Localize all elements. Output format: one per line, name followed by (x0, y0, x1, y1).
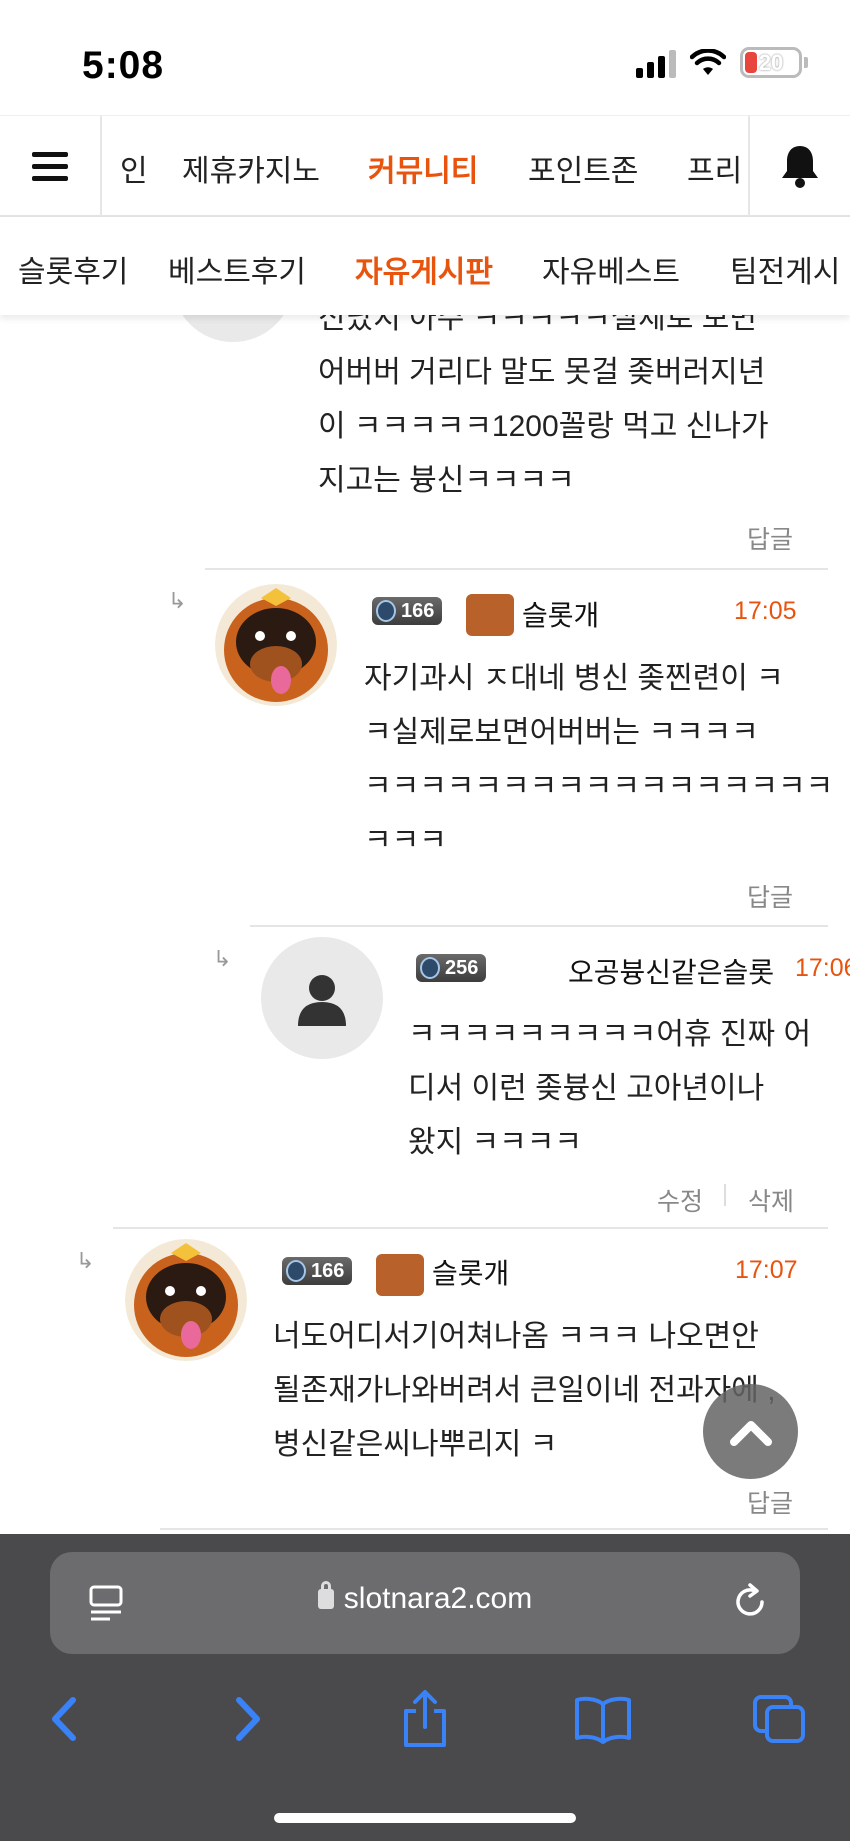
comment-body: 너도어디서기어쳐나옴 ㅋㅋㅋ 나오면안 될존재가나와버려서 큰일이네 전과자에 … (273, 1310, 776, 1472)
dog-avatar-icon (215, 584, 337, 706)
edit-button[interactable]: 수정 (657, 1182, 703, 1218)
avatar[interactable] (125, 1239, 247, 1361)
tabs-icon (753, 1695, 805, 1743)
mini-avatar-icon (376, 1254, 424, 1296)
sub-nav-free-board[interactable]: 자유게시판 (355, 247, 493, 291)
nickname[interactable]: 슬롯개 (432, 1252, 509, 1292)
comment-line: 어버버 거리다 말도 못걸 좆버러지년 (318, 356, 766, 389)
comment-line: ㅋㅋㅋ (364, 824, 447, 857)
bell-icon (782, 146, 818, 188)
comment-line: 자기과시 ㅈ대네 병신 좆찐련이 ㅋ (364, 662, 784, 695)
address-bar[interactable]: slotnara2.com (50, 1552, 800, 1654)
comment-line: ㅋㅋㅋㅋㅋㅋㅋㅋㅋㅋㅋㅋㅋㅋㅋㅋㅋ (364, 770, 834, 803)
avatar[interactable] (261, 937, 383, 1059)
back-button[interactable] (30, 1684, 100, 1754)
level-number: 256 (445, 956, 479, 979)
reload-icon[interactable] (730, 1582, 770, 1627)
comment-line: 디서 이런 좆븅신 고아년이나 (408, 1072, 765, 1105)
menu-bar (32, 163, 68, 169)
notification-bell-button[interactable] (748, 116, 850, 216)
comment-line: 병신같은씨나뿌리지 ㅋ (273, 1428, 558, 1461)
tabs-button[interactable] (744, 1684, 814, 1754)
lock-icon (317, 1581, 334, 1609)
chevron-right-icon (236, 1697, 260, 1741)
bookmarks-button[interactable] (568, 1684, 638, 1754)
toolbar-buttons (0, 1684, 850, 1774)
nav-item-community[interactable]: 커뮤니티 (368, 146, 478, 190)
level-number: 166 (401, 599, 435, 622)
nav-item-partner-casino[interactable]: 제휴카지노 (182, 146, 320, 190)
chevron-left-icon (52, 1697, 76, 1741)
comment-line: 이 ㅋㅋㅋㅋㅋ1200꼴랑 먹고 신나가 (318, 410, 769, 443)
reply-button[interactable]: 답글 (747, 520, 793, 556)
comment-line: 지고는 븅신ㅋㅋㅋㅋ (318, 464, 575, 497)
comment-line: ㅋㅋㅋㅋㅋㅋㅋㅋㅋ어휴 진짜 어 (408, 1018, 812, 1051)
chevron-up-icon (729, 1420, 772, 1446)
url-text: slotnara2.com (343, 1582, 533, 1615)
nav-item-partial[interactable]: 인 (120, 146, 148, 190)
nickname[interactable]: 슬롯개 (522, 594, 599, 634)
reply-arrow-icon: ↳ (168, 588, 187, 613)
comment-time: 17:06 (795, 954, 850, 982)
dog-avatar-icon (125, 1239, 247, 1361)
scroll-to-top-button[interactable] (703, 1384, 798, 1479)
home-indicator (274, 1813, 576, 1823)
reply-button[interactable]: 답글 (747, 1484, 793, 1520)
comment-time: 17:05 (734, 597, 797, 625)
top-nav: 인 제휴카지노 커뮤니티 포인트존 프리 (0, 115, 850, 217)
divider (205, 568, 828, 570)
forward-button[interactable] (212, 1684, 282, 1754)
user-icon (298, 975, 346, 1026)
comment-line: 될존재가나와버려서 큰일이네 전과자에 , (273, 1374, 776, 1407)
nickname[interactable]: 오공븅신같은슬롯 (568, 951, 774, 991)
mini-avatar-icon (466, 594, 514, 636)
comment-line: 너도어디서기어쳐나옴 ㅋㅋㅋ 나오면안 (273, 1320, 759, 1353)
level-badge: 166 (282, 1257, 353, 1285)
nav-item-point-zone[interactable]: 포인트존 (528, 146, 638, 190)
hamburger-menu-button[interactable] (0, 116, 102, 216)
sub-nav: 슬롯후기 베스트후기 자유게시판 자유베스트 팀전게시 (0, 217, 850, 315)
reply-button[interactable]: 답글 (747, 878, 793, 914)
sub-nav-team-board[interactable]: 팀전게시 (730, 247, 840, 291)
action-separator (724, 1184, 726, 1206)
comment-body: ㅋㅋㅋㅋㅋㅋㅋㅋㅋ어휴 진짜 어 디서 이런 좆븅신 고아년이나 왔지 ㅋㅋㅋㅋ (408, 1008, 811, 1170)
menu-bar (32, 175, 68, 181)
url-display[interactable]: slotnara2.com (50, 1581, 800, 1616)
nav-item-free[interactable]: 프리 (687, 146, 742, 190)
level-badge: 256 (416, 954, 487, 982)
level-number: 166 (311, 1259, 345, 1282)
reply-arrow-icon: ↳ (76, 1248, 95, 1273)
share-button[interactable] (390, 1684, 460, 1754)
comment-body: 신났지 아주 ㅋㅋㅋㅋㅋ실제로 보면 어버버 거리다 말도 못걸 좆버러지년 이… (318, 292, 769, 508)
sub-nav-best-review[interactable]: 베스트후기 (168, 247, 306, 291)
menu-bar (32, 151, 68, 157)
level-badge: 166 (372, 597, 443, 625)
comment-line: 왔지 ㅋㅋㅋㅋ (408, 1126, 582, 1159)
delete-button[interactable]: 삭제 (748, 1182, 794, 1218)
comment-time: 17:07 (735, 1256, 798, 1284)
divider (113, 1227, 828, 1229)
avatar[interactable] (215, 584, 337, 706)
browser-toolbar: slotnara2.com (0, 1534, 850, 1841)
comment-line: ㅋ실제로보면어버버는 ㅋㅋㅋㅋ (364, 716, 759, 749)
sub-nav-slot-review[interactable]: 슬롯후기 (18, 247, 128, 291)
comment-body: 자기과시 ㅈ대네 병신 좆찐련이 ㅋ ㅋ실제로보면어버버는 ㅋㅋㅋㅋ ㅋㅋㅋㅋㅋ… (364, 652, 833, 868)
share-icon (404, 1690, 446, 1747)
top-nav-items: 인 제휴카지노 커뮤니티 포인트존 프리 (102, 116, 750, 216)
reply-arrow-icon: ↳ (213, 946, 232, 971)
sub-nav-free-best[interactable]: 자유베스트 (542, 247, 680, 291)
divider (160, 1528, 828, 1530)
divider (250, 925, 828, 927)
book-icon (575, 1696, 631, 1744)
